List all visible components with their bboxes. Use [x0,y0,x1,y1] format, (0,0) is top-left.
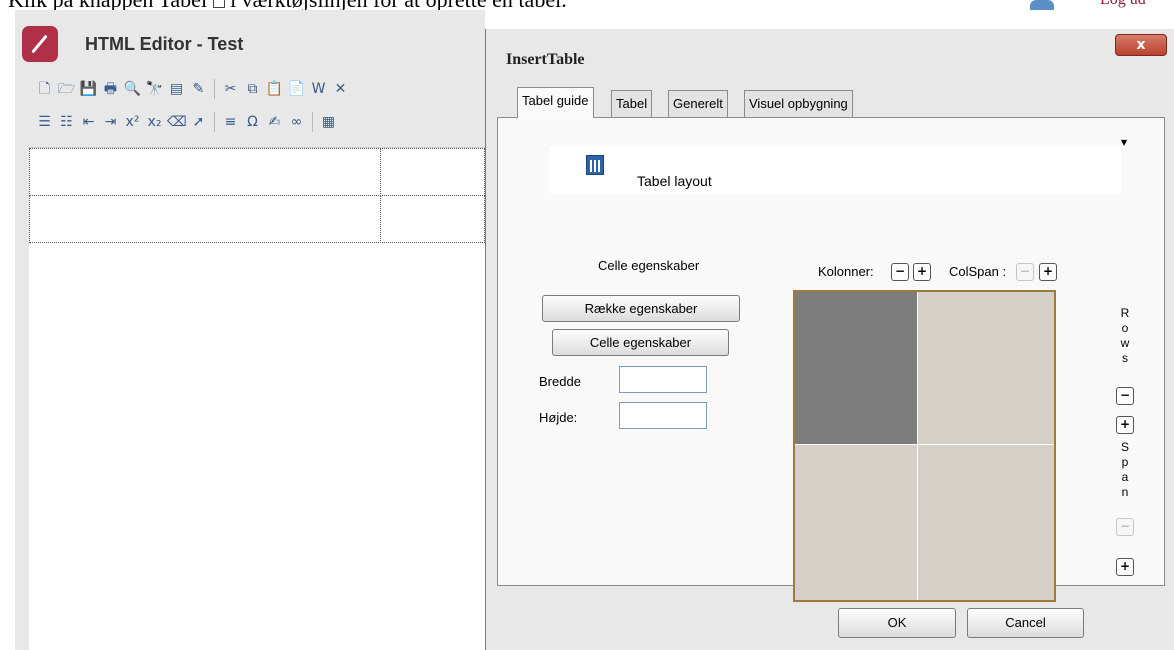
editor-toolbar-row1: 🗋 🗁 💾 🖶 🔍 🔭 ▤ ✎ ✂ ⧉ 📋 📄 W ✕ [27,75,485,103]
subscript-icon[interactable]: x₂ [145,113,164,132]
instruction-text-after: i værktøjslinjen for at oprette en tabel… [230,0,567,10]
tab-tabel-guide[interactable]: Tabel guide [517,87,594,118]
rows-label-letter: w [1120,336,1130,350]
columns-increase-button[interactable]: + [913,263,931,281]
outdent-icon[interactable]: ⇤ [79,113,98,132]
insert-table-icon[interactable]: ▦ [319,113,338,132]
template-icon[interactable]: ▤ [167,80,186,99]
paste-text-icon[interactable]: 📄 [287,80,306,99]
colspan-label: ColSpan : [949,264,1007,279]
cell-properties-title: Celle egenskaber [598,258,700,273]
toolbar-separator [214,79,215,99]
page-header-strip: Klik på knappen Tabel i værktøjslinjen f… [0,0,1174,10]
rows-label-letter: R [1120,306,1130,320]
visual-table-cell-selected[interactable] [795,292,917,444]
print-icon[interactable]: 🖶 [101,80,120,99]
tab-panel-tabel-guide: Tabel layout ▼ Celle egenskaber Række eg… [497,117,1165,602]
width-field[interactable] [619,366,707,393]
editor-table-cell[interactable] [380,148,485,196]
toolbar-separator [214,112,215,132]
logout-link[interactable]: Log ud [1100,0,1146,9]
delete-icon[interactable]: ✕ [331,80,350,99]
eraser-icon[interactable]: ⌫ [167,113,187,132]
rows-label-letter: s [1122,351,1128,365]
paste-word-icon[interactable]: W [309,80,328,99]
rows-increase-button[interactable]: + [1116,416,1134,434]
find-icon[interactable]: 🔭 [145,80,164,99]
tab-generelt[interactable]: Generelt [668,90,728,117]
editor-table-cell[interactable] [29,148,381,196]
new-document-icon[interactable]: 🗋 [35,80,54,99]
span-label-letter: S [1120,440,1129,454]
html-editor-window: HTML Editor - Test 🗋 🗁 💾 🖶 🔍 🔭 ▤ ✎ ✂ ⧉ 📋 📄 W ✕ ☰ ☷ ⇤ ⇥ x²… [15,10,485,650]
editor-toolbar-row2: ☰ ☷ ⇤ ⇥ x² x₂ ⌫ ➚ ≡ Ω ✍ ∞ ▦ [27,108,485,136]
instruction-text-before: Klik på knappen Tabel [8,0,207,10]
horizontal-rule-icon[interactable]: ≡ [221,113,240,132]
visual-table-row-divider [795,444,1054,445]
span-label-letter: p [1121,455,1129,469]
copy-icon[interactable]: ⧉ [243,80,262,99]
clean-format-icon[interactable]: ✎ [189,80,208,99]
spellcheck-icon[interactable]: ✍ [265,113,284,132]
insert-table-dialog: InsertTable x Tabel guide Tabel Generelt… [485,29,1174,650]
tab-tabel[interactable]: Tabel [611,90,653,117]
cut-icon[interactable]: ✂ [221,80,240,99]
cancel-button[interactable]: Cancel [967,608,1084,638]
rows-decrease-button[interactable]: − [1116,387,1134,405]
table-icon [212,0,225,8]
colspan-increase-button[interactable]: + [1039,263,1057,281]
dialog-close-button[interactable]: x [1115,34,1167,56]
editor-table-cell[interactable] [380,195,485,243]
cell-properties-button[interactable]: Celle egenskaber [552,329,729,356]
select-pointer-icon[interactable]: ➚ [189,113,208,132]
visual-table-cell[interactable] [918,292,1054,444]
table-layout-label: Tabel layout [637,173,712,189]
columns-decrease-button[interactable]: − [891,263,909,281]
table-layout-icon [586,155,604,175]
indent-icon[interactable]: ⇥ [101,113,120,132]
editor-table[interactable] [29,148,485,243]
columns-label: Kolonner: [818,264,874,279]
save-icon[interactable]: 💾 [79,80,98,99]
visual-table-cell[interactable] [795,445,917,600]
editor-title: HTML Editor - Test [85,34,244,54]
height-field[interactable] [619,402,707,429]
colspan-decrease-button[interactable]: − [1016,263,1034,281]
rowspan-increase-button[interactable]: + [1116,558,1134,576]
chevron-down-icon[interactable]: ▼ [1121,138,1127,147]
dialog-title: InsertTable [506,51,585,68]
rowspan-decrease-button[interactable]: − [1116,518,1134,536]
print-preview-icon[interactable]: 🔍 [123,80,142,99]
span-label-letter: a [1121,470,1129,484]
height-label: Højde: [539,410,578,425]
table-layout-select[interactable]: Tabel layout [549,146,1121,193]
row-properties-button[interactable]: Række egenskaber [542,295,740,322]
visual-table-preview [793,290,1056,602]
rows-label-letter: o [1121,321,1129,335]
paste-icon[interactable]: 📋 [265,80,284,99]
user-icon[interactable] [1030,0,1054,10]
open-folder-icon[interactable]: 🗁 [57,80,76,99]
link-icon[interactable]: ∞ [287,113,306,132]
instruction-text: Klik på knappen Tabel i værktøjslinjen f… [8,0,567,10]
visual-table-column-divider [917,292,918,600]
superscript-icon[interactable]: x² [123,113,142,132]
editor-table-cell[interactable] [29,195,381,243]
toolbar-separator [312,112,313,132]
editor-logo-icon [22,26,58,62]
ordered-list-icon[interactable]: ☰ [35,113,54,132]
span-label-letter: n [1121,485,1129,499]
unordered-list-icon[interactable]: ☷ [57,113,76,132]
editor-content-area[interactable] [29,147,485,650]
special-character-icon[interactable]: Ω [243,113,262,132]
visual-table-cell[interactable] [918,445,1054,600]
tab-visuel-opbygning[interactable]: Visuel opbygning [744,90,853,117]
ok-button[interactable]: OK [838,608,956,638]
width-label: Bredde [539,374,581,389]
